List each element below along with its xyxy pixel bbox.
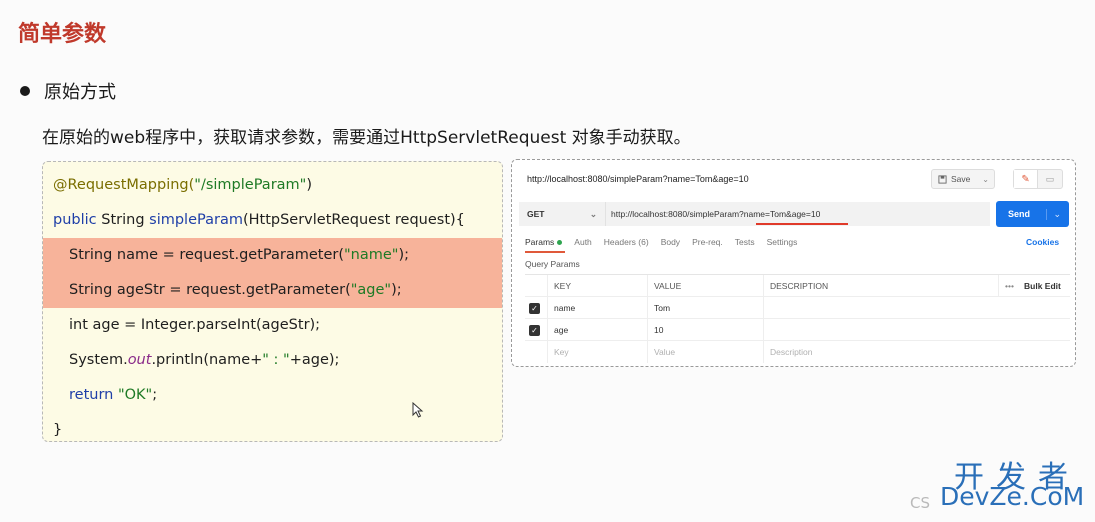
param-description-cell[interactable] — [763, 297, 993, 319]
request-tabs: Params Auth Headers (6) Body Pre-req. Te… — [525, 237, 798, 253]
string-literal: " : " — [262, 352, 290, 368]
query-params-label: Query Params — [525, 259, 580, 269]
bullet-text: 原始方式 — [44, 82, 116, 103]
tab-pre-request[interactable]: Pre-req. — [692, 237, 723, 247]
code-line-4-highlighted: String ageStr = request.getParameter("ag… — [43, 273, 502, 308]
site-watermark: 开发者 CS DevZe.CoM — [910, 452, 1090, 518]
header-key: KEY — [547, 275, 647, 297]
code-text: String — [96, 212, 150, 228]
code-text: System. — [69, 352, 128, 368]
watermark-cs: CS — [910, 494, 930, 512]
send-label: Send — [1008, 209, 1031, 219]
param-description-cell[interactable] — [763, 319, 993, 341]
header-value: VALUE — [647, 275, 763, 297]
tab-tests[interactable]: Tests — [735, 237, 755, 247]
header-check — [525, 275, 547, 297]
code-text: String ageStr = request.getParameter( — [69, 282, 351, 298]
table-header-row: KEY VALUE DESCRIPTION ••• Bulk Edit — [525, 275, 1070, 297]
param-key-cell[interactable]: age — [547, 319, 647, 341]
bullet-item: 原始方式 — [20, 78, 116, 104]
method-select[interactable]: GET ⌄ — [519, 202, 605, 226]
new-key-input[interactable]: Key — [547, 341, 647, 363]
row-check-cell: ✓ — [525, 319, 547, 341]
url-highlight-underline — [756, 223, 848, 225]
chevron-down-icon[interactable]: ⌄ — [982, 175, 989, 184]
table-row: ✓ age 10 — [525, 319, 1070, 341]
params-table: KEY VALUE DESCRIPTION ••• Bulk Edit ✓ na… — [525, 274, 1070, 363]
row-check-cell — [525, 341, 547, 363]
save-icon — [938, 174, 947, 184]
code-text: ); — [398, 247, 410, 263]
watermark-en: DevZe.CoM — [940, 482, 1085, 511]
code-line-6: System.out.println(name+" : "+age); — [43, 343, 502, 378]
mouse-cursor-icon — [412, 402, 424, 418]
string-literal: "/simpleParam" — [194, 177, 307, 193]
code-text: int age = Integer.parseInt(ageStr); — [69, 317, 321, 333]
slide-title: 简单参数 — [18, 22, 107, 47]
code-text: (HttpServletRequest request){ — [242, 212, 465, 228]
new-description-input[interactable]: Description — [763, 341, 993, 363]
more-options-icon[interactable]: ••• — [998, 275, 1018, 297]
active-dot-icon — [557, 239, 563, 245]
static-field: out — [127, 352, 152, 368]
keyword: public — [53, 212, 97, 228]
string-literal: "name" — [344, 247, 399, 263]
postman-panel: http://localhost:8080/simpleParam?name=T… — [511, 159, 1076, 367]
save-button[interactable]: Save ⌄ — [931, 169, 995, 189]
comment-icon[interactable]: ▭ — [1038, 170, 1062, 188]
code-text: String name = request.getParameter( — [69, 247, 345, 263]
code-text: .println(name+ — [151, 352, 263, 368]
code-line-1: @RequestMapping("/simpleParam") — [43, 168, 502, 203]
new-value-input[interactable]: Value — [647, 341, 763, 363]
tab-headers[interactable]: Headers (6) — [604, 237, 649, 247]
pencil-icon[interactable]: ✎ — [1014, 170, 1039, 188]
param-value-cell[interactable]: Tom — [647, 297, 763, 319]
tab-auth[interactable]: Auth — [574, 237, 592, 247]
tab-params[interactable]: Params — [525, 237, 566, 253]
request-tab-title[interactable]: http://localhost:8080/simpleParam?name=T… — [527, 174, 749, 184]
code-text: +age); — [289, 352, 340, 368]
chevron-down-icon: ⌄ — [589, 208, 597, 219]
code-text: ; — [152, 387, 158, 403]
code-line-7: return "OK"; — [43, 378, 502, 413]
tab-label: Params — [525, 237, 555, 247]
code-line-8: } — [43, 413, 502, 448]
method-name: simpleParam — [149, 212, 243, 228]
header-description: DESCRIPTION — [763, 275, 993, 297]
param-value-cell[interactable]: 10 — [647, 319, 763, 341]
table-row-new: Key Value Description — [525, 341, 1070, 363]
bullet-dot-icon — [20, 86, 30, 96]
code-line-2: public String simpleParam(HttpServletReq… — [43, 203, 502, 238]
code-text: ); — [391, 282, 402, 298]
code-line-3-highlighted: String name = request.getParameter("name… — [43, 238, 502, 273]
code-line-5: int age = Integer.parseInt(ageStr); — [43, 308, 502, 343]
code-text: } — [53, 422, 63, 438]
send-button[interactable]: Send ⌄ — [996, 201, 1069, 227]
method-label: GET — [527, 209, 545, 219]
param-key-cell[interactable]: name — [547, 297, 647, 319]
code-panel: @RequestMapping("/simpleParam") public S… — [42, 161, 503, 442]
string-literal: "OK" — [113, 387, 153, 403]
table-row: ✓ name Tom — [525, 297, 1070, 319]
description-text: 在原始的web程序中，获取请求参数，需要通过HttpServletRequest… — [42, 128, 691, 148]
string-literal: "age" — [350, 282, 392, 298]
chevron-down-icon[interactable]: ⌄ — [1046, 208, 1061, 220]
annotation: @RequestMapping( — [53, 177, 195, 193]
cookies-link[interactable]: Cookies — [1026, 237, 1059, 247]
row-check-cell: ✓ — [525, 297, 547, 319]
checkbox-checked-icon[interactable]: ✓ — [529, 325, 540, 336]
code-text: ) — [306, 177, 313, 193]
bulk-edit-button[interactable]: Bulk Edit — [1018, 275, 1070, 297]
keyword: return — [69, 387, 114, 403]
tab-body[interactable]: Body — [661, 237, 680, 247]
tab-settings[interactable]: Settings — [767, 237, 798, 247]
save-label: Save — [951, 174, 971, 184]
checkbox-checked-icon[interactable]: ✓ — [529, 303, 540, 314]
url-text: http://localhost:8080/simpleParam?name=T… — [611, 209, 821, 219]
edit-toggle[interactable]: ✎ ▭ — [1013, 169, 1063, 189]
